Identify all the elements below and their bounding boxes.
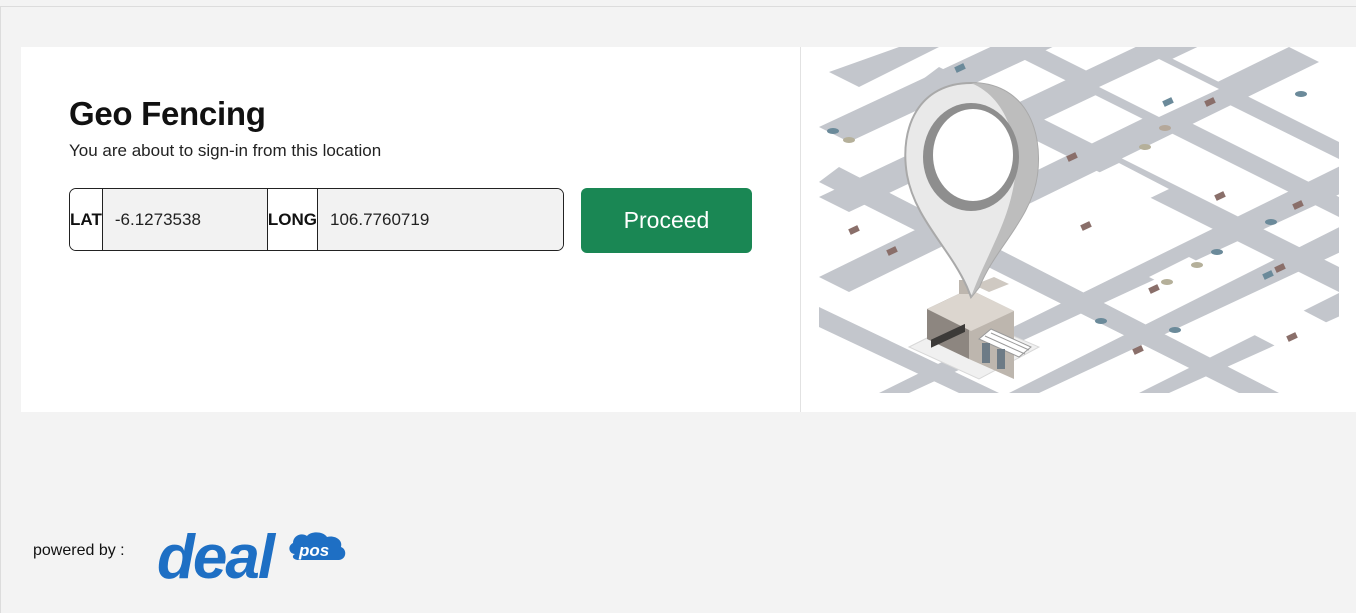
left-divider <box>0 6 1 613</box>
long-input[interactable] <box>318 189 563 250</box>
geo-fencing-card: Geo Fencing You are about to sign-in fro… <box>21 47 1356 412</box>
proceed-button[interactable]: Proceed <box>581 188 752 253</box>
map-panel <box>801 47 1356 412</box>
logo-badge: pos <box>298 541 329 560</box>
dealpos-logo: deal pos <box>157 523 346 584</box>
logo-word: deal <box>157 523 277 584</box>
page-subtitle: You are about to sign-in from this locat… <box>69 141 382 160</box>
powered-by-text: powered by : <box>33 542 125 559</box>
lat-label: LAT <box>70 189 103 250</box>
location-pin-over-city-map-icon <box>819 47 1339 393</box>
lat-input[interactable] <box>102 189 268 250</box>
coordinates-group: LAT LONG <box>69 188 564 251</box>
top-divider <box>0 6 1356 7</box>
location-panel: Geo Fencing You are about to sign-in fro… <box>21 47 801 412</box>
page-title: Geo Fencing <box>69 95 266 132</box>
long-label: LONG <box>267 189 318 250</box>
